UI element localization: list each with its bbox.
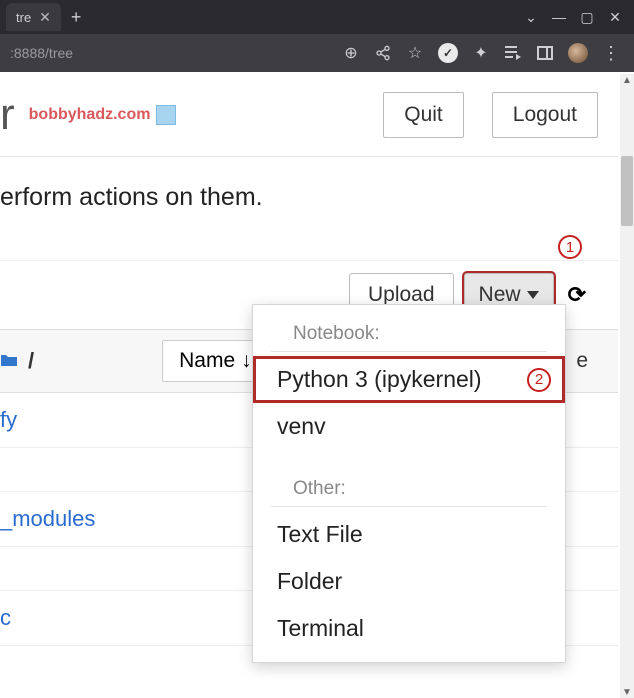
- annotation-badge-1: 1: [558, 235, 582, 259]
- file-link[interactable]: c: [0, 605, 11, 630]
- listing-header-right-fragment: e: [576, 349, 588, 373]
- annotation-badge-2: 2: [527, 368, 551, 392]
- profile-avatar[interactable]: [568, 43, 588, 63]
- zoom-icon[interactable]: ⊕: [342, 44, 360, 62]
- page-content: r bobbyhadz.com Quit Logout erform actio…: [0, 72, 634, 698]
- browser-action-icons: ⊕ ☆ ✓ ✦ ⋮: [342, 43, 626, 64]
- quit-button[interactable]: Quit: [383, 92, 464, 138]
- scroll-up-icon[interactable]: ▲: [620, 74, 634, 88]
- browser-tab-strip: tre ✕ + ⌄ — ▢ ✕: [0, 0, 634, 34]
- menu-item-textfile[interactable]: Text File: [253, 511, 565, 558]
- chevron-down-icon[interactable]: ⌄: [524, 9, 538, 26]
- browser-tab[interactable]: tre ✕: [6, 3, 61, 31]
- file-link[interactable]: fy: [0, 407, 17, 432]
- menu-item-label: Python 3 (ipykernel): [277, 366, 482, 393]
- scroll-down-icon[interactable]: ▼: [620, 686, 634, 698]
- share-icon[interactable]: [374, 44, 392, 62]
- kebab-menu-icon[interactable]: ⋮: [602, 43, 620, 64]
- folder-icon[interactable]: [0, 351, 18, 372]
- menu-item-label: Text File: [277, 521, 363, 548]
- dropdown-section-other: Other:: [271, 464, 547, 507]
- brand-text: bobbyhadz.com: [29, 106, 151, 124]
- new-dropdown-menu: Notebook: Python 3 (ipykernel) 2 venv Ot…: [252, 304, 566, 663]
- close-window-icon[interactable]: ✕: [608, 9, 622, 26]
- tab-title: tre: [16, 10, 31, 25]
- close-icon[interactable]: ✕: [39, 9, 51, 26]
- instruction-text: erform actions on them.: [0, 157, 618, 261]
- breadcrumb-root[interactable]: /: [28, 348, 34, 374]
- brand-watermark: bobbyhadz.com: [29, 105, 177, 125]
- extension-badge-icon[interactable]: ✓: [438, 43, 458, 63]
- menu-item-label: Terminal: [277, 615, 364, 642]
- menu-item-python3[interactable]: Python 3 (ipykernel) 2: [253, 356, 565, 403]
- scroll-thumb[interactable]: [621, 156, 633, 226]
- menu-item-label: Folder: [277, 568, 342, 595]
- caret-down-icon: [527, 291, 539, 299]
- vertical-scrollbar[interactable]: ▲ ▼: [620, 74, 634, 698]
- cube-icon: [156, 105, 176, 125]
- playlist-icon[interactable]: [504, 44, 522, 62]
- new-tab-button[interactable]: +: [71, 7, 82, 28]
- jupyter-logo-fragment: r: [0, 90, 15, 140]
- refresh-button[interactable]: ⟳: [564, 276, 590, 314]
- sort-arrow-icon: ↓: [241, 349, 252, 373]
- page-header: r bobbyhadz.com Quit Logout: [0, 72, 618, 157]
- menu-item-venv[interactable]: venv: [253, 403, 565, 450]
- dropdown-section-notebook: Notebook:: [271, 309, 547, 352]
- bookmark-star-icon[interactable]: ☆: [406, 44, 424, 62]
- menu-item-label: venv: [277, 413, 326, 440]
- window-controls: ⌄ — ▢ ✕: [524, 9, 628, 26]
- sort-label: Name: [179, 349, 235, 373]
- logout-button[interactable]: Logout: [492, 92, 598, 138]
- url-text[interactable]: :8888/tree: [8, 45, 73, 61]
- minimize-icon[interactable]: —: [552, 9, 566, 25]
- panel-icon[interactable]: [536, 44, 554, 62]
- extensions-icon[interactable]: ✦: [472, 44, 490, 62]
- file-link[interactable]: _modules: [0, 506, 95, 531]
- menu-item-terminal[interactable]: Terminal: [253, 605, 565, 652]
- url-bar-row: :8888/tree ⊕ ☆ ✓ ✦ ⋮: [0, 34, 634, 72]
- maximize-icon[interactable]: ▢: [580, 9, 594, 26]
- menu-item-folder[interactable]: Folder: [253, 558, 565, 605]
